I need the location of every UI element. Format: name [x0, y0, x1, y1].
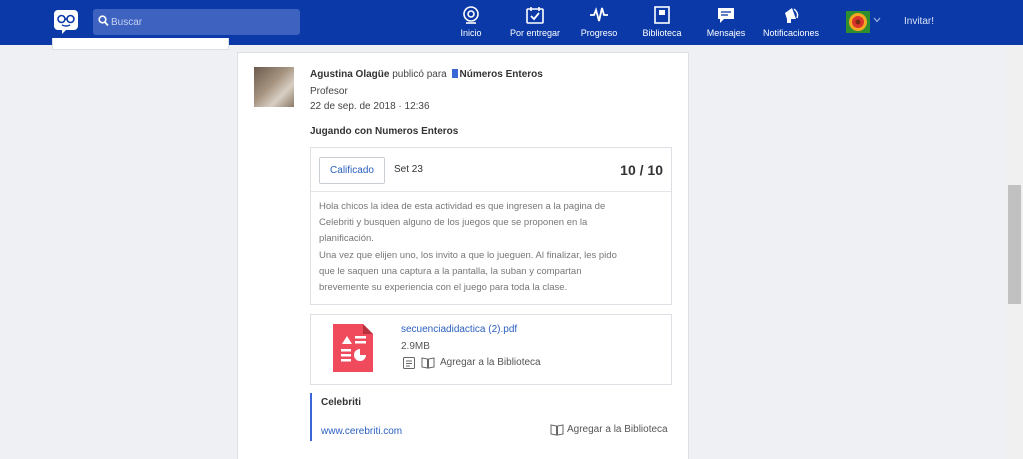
- grade-score: 10 / 10: [620, 162, 663, 178]
- home-icon: [463, 6, 479, 24]
- search-icon: [98, 15, 109, 27]
- description-line: Una vez que elijen uno, los invito a que…: [319, 249, 617, 261]
- link-title[interactable]: Celebriti: [321, 397, 361, 408]
- library-icon: [654, 6, 670, 24]
- user-avatar[interactable]: [846, 11, 870, 33]
- sidebar-card: [52, 38, 229, 50]
- add-to-library-link[interactable]: Agregar a la Biblioteca: [567, 424, 668, 435]
- attachment-filename[interactable]: secuenciadidactica (2).pdf: [401, 324, 517, 335]
- chevron-down-icon[interactable]: [873, 17, 881, 23]
- description-line: brevemente su experiencia con el juego p…: [319, 282, 568, 294]
- link-library-action: Agregar a la Biblioteca: [550, 423, 672, 437]
- invite-link[interactable]: Invitar!: [904, 16, 934, 27]
- post-date: 22 de sep. de 2018 · 12:36: [310, 101, 430, 112]
- description-line: Celebriti y busquen alguno de los juegos…: [319, 217, 588, 229]
- scrollbar-thumb[interactable]: [1008, 185, 1021, 304]
- assignment-description: Hola chicos la idea de esta actividad es…: [319, 199, 665, 296]
- group-name[interactable]: Números Enteros: [460, 69, 543, 80]
- chat-bubble-icon: [718, 8, 734, 23]
- description-line: que le saquen una captura a la pantalla,…: [319, 265, 582, 277]
- author-name[interactable]: Agustina Olagüe: [310, 69, 389, 80]
- edmodo-logo-icon[interactable]: [53, 8, 79, 34]
- nav-label-mensajes: Mensajes: [706, 28, 746, 38]
- post-title: Jugando con Numeros Enteros: [310, 126, 459, 137]
- nav-label-inicio: Inicio: [460, 28, 482, 38]
- author-avatar[interactable]: [254, 67, 294, 107]
- open-book-icon[interactable]: [550, 424, 564, 436]
- document-icon[interactable]: [403, 357, 415, 369]
- attachment-card: secuenciadidactica (2).pdf 2.9MB Agregar…: [310, 314, 672, 385]
- set-label: Set 23: [394, 164, 423, 175]
- link-url[interactable]: www.cerebriti.com: [321, 426, 402, 437]
- calendar-check-icon: [526, 7, 544, 24]
- nav-item-por-entregar[interactable]: Por entregar: [506, 5, 564, 41]
- search-input[interactable]: [111, 13, 291, 31]
- post-card: Agustina Olagüe publicó para Números Ent…: [237, 52, 689, 459]
- post-header: Agustina Olagüe publicó para Números Ent…: [310, 69, 543, 80]
- open-book-icon[interactable]: [421, 357, 435, 369]
- nav-item-progreso[interactable]: Progreso: [578, 5, 620, 41]
- assignment-box: Calificado Set 23 10 / 10 Hola chicos la…: [310, 147, 672, 305]
- group-color-icon: [451, 69, 458, 78]
- author-role: Profesor: [310, 86, 348, 97]
- description-line: planificación.: [319, 233, 374, 245]
- nav-label-progreso: Progreso: [580, 28, 618, 38]
- attachment-size: 2.9MB: [401, 341, 430, 352]
- description-line: Hola chicos la idea de esta actividad es…: [319, 201, 606, 212]
- assignment-header: Calificado Set 23 10 / 10: [311, 148, 671, 192]
- nav-label-por-entregar: Por entregar: [509, 28, 561, 38]
- graded-button[interactable]: Calificado: [319, 157, 385, 184]
- nav-item-mensajes[interactable]: Mensajes: [705, 5, 747, 41]
- published-for-text: publicó para: [392, 69, 447, 80]
- nav-item-biblioteca[interactable]: Biblioteca: [640, 5, 684, 41]
- nav-item-notificaciones[interactable]: Notificaciones: [762, 5, 820, 41]
- pdf-file-icon[interactable]: [333, 324, 373, 372]
- pulse-icon: [590, 7, 608, 22]
- megaphone-icon: [785, 8, 799, 23]
- nav-label-biblioteca: Biblioteca: [642, 28, 682, 38]
- search-box[interactable]: [93, 9, 300, 35]
- nav-label-notificaciones: Notificaciones: [762, 28, 820, 38]
- link-preview: Celebriti www.cerebriti.com Agregar a la…: [310, 393, 672, 441]
- nav-item-inicio[interactable]: Inicio: [451, 5, 491, 41]
- add-to-library-link[interactable]: Agregar a la Biblioteca: [440, 357, 541, 368]
